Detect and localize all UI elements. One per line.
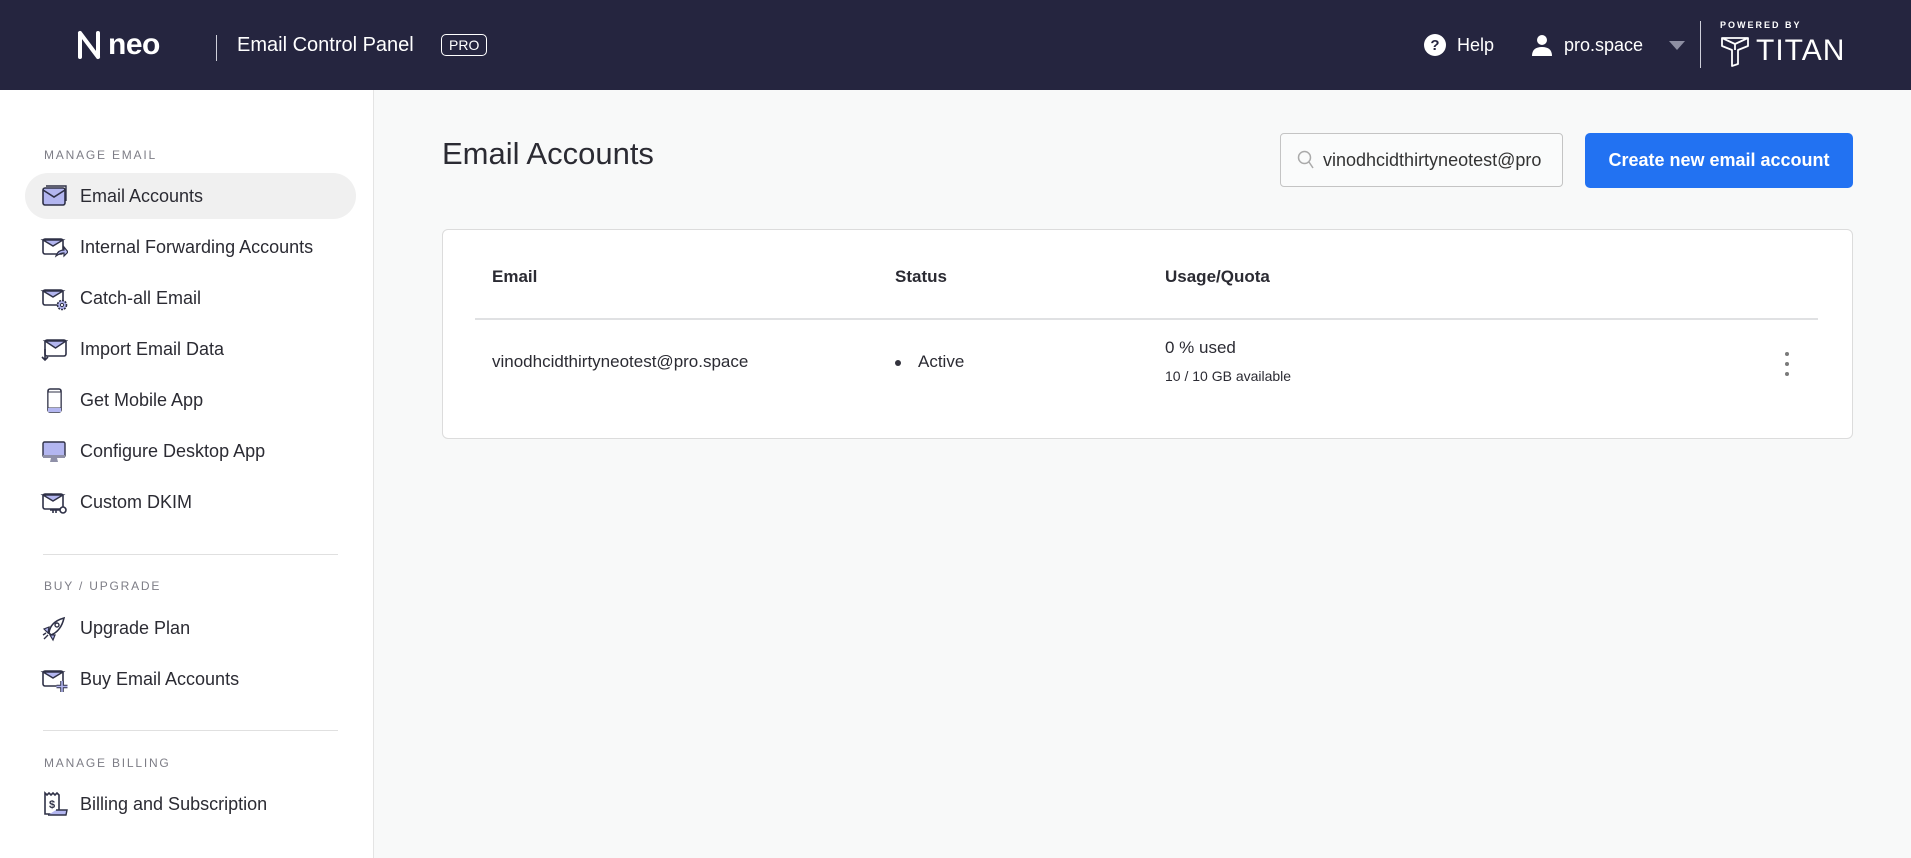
sidebar-item-billing-and-subscription[interactable]: $ Billing and Subscription xyxy=(25,781,356,827)
sidebar-item-buy-email-accounts[interactable]: Buy Email Accounts xyxy=(25,656,356,702)
status-badge: Active xyxy=(918,352,965,371)
user-icon xyxy=(1532,35,1552,56)
sidebar-item-label: Internal Forwarding Accounts xyxy=(80,236,314,257)
create-email-account-button[interactable]: Create new email account xyxy=(1585,133,1853,188)
titan-logo: TITAN xyxy=(1720,34,1845,68)
column-header-status: Status xyxy=(895,267,947,286)
logo-text: neo xyxy=(108,28,160,61)
sidebar-item-import-email-data[interactable]: Import Email Data xyxy=(25,326,356,372)
sidebar-item-label: Get Mobile App xyxy=(80,389,204,410)
catch-all-icon xyxy=(40,289,68,311)
titan-logo-icon xyxy=(1721,37,1749,67)
billing-receipt-icon: $ xyxy=(44,791,68,816)
sidebar-section-label: BUY / UPGRADE xyxy=(44,579,162,593)
sidebar-item-catch-all-email[interactable]: Catch-all Email xyxy=(25,275,356,321)
desktop-icon xyxy=(42,441,66,462)
user-menu[interactable]: pro.space xyxy=(1530,33,1686,57)
column-header-usage: Usage/Quota xyxy=(1165,267,1270,286)
neo-logo[interactable]: neo xyxy=(76,28,160,62)
svg-text:$: $ xyxy=(49,799,55,811)
sidebar-item-label: Configure Desktop App xyxy=(80,440,266,461)
quota-available: 10 / 10 GB available xyxy=(1165,368,1292,384)
column-header-email: Email xyxy=(492,267,538,286)
more-options-icon[interactable] xyxy=(1781,352,1793,376)
svg-text:?: ? xyxy=(1430,37,1439,54)
header-divider xyxy=(475,318,1818,320)
email-accounts-table: Email Status Usage/Quota vinodhcidthirty… xyxy=(442,229,1853,439)
email-accounts-icon xyxy=(42,185,67,206)
sidebar-section-label: MANAGE BILLING xyxy=(44,756,171,770)
top-header: neo Email Control Panel PRO ? Help pro.s… xyxy=(0,0,1911,90)
sidebar-item-configure-desktop-app[interactable]: Configure Desktop App xyxy=(25,428,356,474)
sidebar-item-label: Billing and Subscription xyxy=(80,793,268,814)
row-email: vinodhcidthirtyneotest@pro.space xyxy=(492,352,749,371)
sidebar-item-custom-dkim[interactable]: Custom DKIM xyxy=(25,479,356,525)
sidebar-item-email-accounts[interactable]: Email Accounts xyxy=(25,173,356,219)
powered-by-label: POWERED BY xyxy=(1720,20,1802,30)
status-dot xyxy=(895,360,901,366)
sidebar: MANAGE EMAIL Email Accounts Internal Forwa… xyxy=(0,90,374,858)
sidebar-item-label: Catch-all Email xyxy=(80,287,202,308)
header-divider xyxy=(216,35,217,61)
sidebar-section-label: MANAGE EMAIL xyxy=(44,148,157,162)
app-title: Email Control Panel xyxy=(237,34,414,56)
help-label: Help xyxy=(1457,34,1495,55)
mobile-icon xyxy=(47,388,62,413)
dkim-key-icon xyxy=(40,493,67,514)
sidebar-item-get-mobile-app[interactable]: Get Mobile App xyxy=(25,377,356,423)
forwarding-icon xyxy=(40,238,68,258)
page-title: Email Accounts xyxy=(442,136,654,171)
sidebar-item-label: Email Accounts xyxy=(80,185,204,206)
chevron-down-icon xyxy=(1669,40,1686,50)
help-icon: ? xyxy=(1424,34,1446,56)
sidebar-divider xyxy=(43,730,338,731)
sidebar-item-label: Buy Email Accounts xyxy=(80,668,240,689)
sidebar-item-label: Custom DKIM xyxy=(80,491,193,512)
help-button[interactable]: ? Help xyxy=(1423,33,1494,57)
pro-badge: PRO xyxy=(441,34,488,56)
search-icon xyxy=(1297,150,1314,169)
rocket-icon xyxy=(42,616,66,642)
search-input[interactable] xyxy=(1323,149,1543,171)
sidebar-item-label: Import Email Data xyxy=(80,338,225,359)
sidebar-item-upgrade-plan[interactable]: Upgrade Plan xyxy=(25,605,356,651)
user-domain: pro.space xyxy=(1564,34,1644,55)
search-field[interactable] xyxy=(1280,133,1563,187)
sidebar-item-internal-forwarding-accounts[interactable]: Internal Forwarding Accounts xyxy=(25,224,356,270)
header-divider xyxy=(1700,21,1701,68)
sidebar-divider xyxy=(43,554,338,555)
buy-email-icon xyxy=(40,670,68,692)
sidebar-item-label: Upgrade Plan xyxy=(80,617,191,638)
neo-logo-icon xyxy=(78,31,100,59)
import-icon xyxy=(41,339,68,362)
titan-text: TITAN xyxy=(1756,34,1846,67)
usage-percent: 0 % used xyxy=(1165,338,1236,357)
